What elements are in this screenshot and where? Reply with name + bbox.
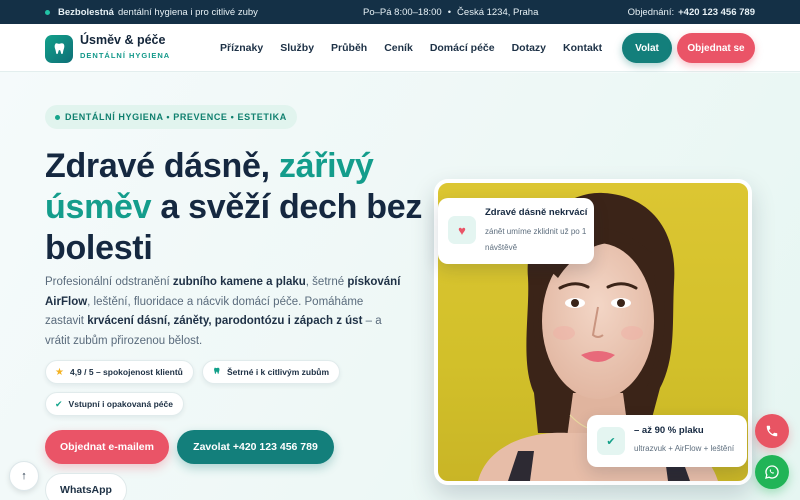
lead-text-1: Profesionální odstranění (45, 276, 173, 288)
tooth-logo-icon[interactable] (45, 35, 73, 63)
main-nav: Příznaky Služby Průběh Ceník Domácí péče… (220, 42, 619, 54)
topbar-brand: Bezbolestná (58, 6, 114, 18)
visits-chip-label: Vstupní i opakovaná péče (68, 399, 173, 409)
nav-item-priznaky[interactable]: Příznaky (220, 42, 263, 54)
site-header: Úsměv & péče DENTÁLNÍ HYGIENA Příznaky S… (0, 24, 800, 72)
topbar-brand-desc: dentální hygiena i pro citlivé zuby (117, 6, 258, 18)
check-icon: ✔ (55, 398, 63, 409)
plaque-badge-title: – až 90 % plaku (634, 425, 704, 436)
tooth-icon (212, 366, 221, 378)
nav-item-kontakt[interactable]: Kontakt (563, 42, 602, 54)
top-info-bar: Bezbolestná dentální hygiena i pro citli… (0, 0, 800, 24)
nav-item-sluzby[interactable]: Služby (280, 42, 314, 54)
topbar-left: Bezbolestná dentální hygiena i pro citli… (45, 7, 258, 18)
hero-tag-pill: DENTÁLNÍ HYGIENA • PREVENCE • ESTETIKA (45, 105, 297, 129)
headline-part-1: Zdravé dásně, (45, 147, 279, 185)
logo-subtitle: DENTÁLNÍ HYGIENA (80, 51, 171, 60)
lead-text-2: , šetrné (305, 276, 348, 288)
topbar-center: Po–Pá 8:00–18:00 • Česká 1234, Praha (363, 7, 538, 18)
gentle-chip-label: Šetrné i k citlivým zubům (227, 367, 330, 377)
hero-tag-text: DENTÁLNÍ HYGIENA • PREVENCE • ESTETIKA (65, 112, 287, 122)
lead-bold-1: zubního kamene a plaku (172, 276, 306, 288)
nav-item-dotazy[interactable]: Dotazy (512, 42, 546, 54)
gums-badge-text: zánět umíme zklidnit už po 1 návštěvě (485, 227, 587, 252)
nav-item-domaci-pece[interactable]: Domácí péče (430, 42, 495, 54)
lead-bold-3: krvácení dásní, záněty, parodontózu i zá… (87, 315, 363, 327)
check-icon: ✔ (597, 427, 625, 455)
order-by-email-button[interactable]: Objednat e-mailem (45, 430, 169, 464)
hero-headline: Zdravé dásně, zářivý úsměv a svěží dech … (45, 146, 425, 269)
headline-accent-2: úsměv (45, 188, 152, 226)
heart-icon: ♥ (448, 216, 476, 244)
headline-accent-1: zářivý (278, 147, 374, 185)
tag-dot-icon (55, 114, 60, 120)
rating-chip-label: 4,9 / 5 – spokojenost klientů (69, 367, 183, 377)
gentle-chip: Šetrné i k citlivým zubům (202, 360, 341, 384)
plaque-badge-card: ✔ – až 90 % plaku ultrazvuk + AirFlow + … (587, 415, 747, 467)
nav-item-prubeh[interactable]: Průběh (331, 42, 367, 54)
header-order-button[interactable]: Objednat se (677, 33, 755, 63)
topbar-separator: • (447, 6, 452, 18)
logo-title[interactable]: Úsměv & péče (80, 33, 165, 47)
arrow-up-icon[interactable]: ↑ (9, 461, 39, 491)
hero-lead: Profesionální odstranění zubního kamene … (45, 273, 405, 351)
rating-chip: ★ 4,9 / 5 – spokojenost klientů (45, 360, 194, 384)
phone-label: Objednání: (627, 6, 675, 18)
header-call-button[interactable]: Volat (622, 33, 672, 63)
topbar-phone-link[interactable]: +420 123 456 789 (678, 7, 755, 18)
opening-hours: Po–Pá 8:00–18:00 (363, 6, 442, 18)
topbar-right: Objednání: +420 123 456 789 (628, 7, 755, 18)
address: Česká 1234, Praha (457, 6, 539, 18)
gums-badge-title: Zdravé dásně nekrvácí (485, 207, 588, 218)
whatsapp-button[interactable]: WhatsApp (45, 473, 127, 500)
plaque-badge-text: ultrazvuk + AirFlow + leštění (634, 444, 735, 453)
whatsapp-icon[interactable] (755, 455, 789, 489)
visits-chip: ✔ Vstupní i opakovaná péče (45, 392, 184, 416)
gums-badge-card: ♥ Zdravé dásně nekrvácí zánět umíme zkli… (438, 198, 594, 264)
star-icon: ★ (55, 366, 64, 378)
status-dot-icon (45, 9, 50, 15)
nav-item-cenik[interactable]: Ceník (384, 42, 413, 54)
phone-icon[interactable] (755, 414, 789, 448)
call-phone-button[interactable]: Zavolat +420 123 456 789 (177, 430, 334, 464)
